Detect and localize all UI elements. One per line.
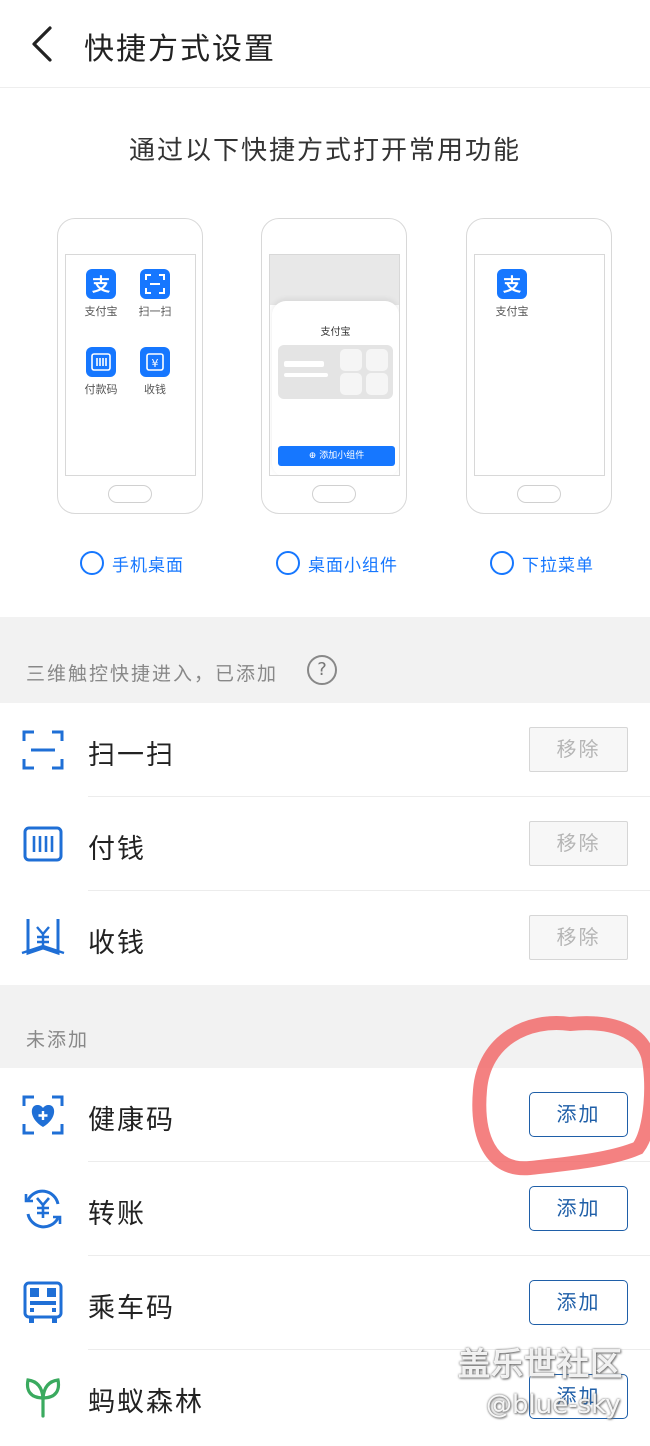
chevron-left-icon [32, 26, 52, 62]
barcode-icon [23, 826, 63, 862]
mini-app-label: 付款码 [84, 383, 118, 396]
option-pulldown[interactable]: 下拉菜单 [490, 549, 594, 577]
item-label: 蚂蚁森林 [88, 1387, 204, 1418]
widget-preview-box [278, 345, 393, 399]
option-label: 下拉菜单 [522, 555, 594, 576]
alipay-icon: 支 [86, 269, 116, 299]
mini-app-label: 支付宝 [84, 305, 118, 318]
bus-code-icon [23, 1281, 63, 1323]
help-icon[interactable]: ? [307, 655, 337, 685]
barcode-icon [86, 347, 116, 377]
watermark-handle: @blue-sky [486, 1390, 621, 1420]
widget-placeholder-tile [340, 373, 362, 395]
phone-screen: 支付宝 ⊕ 添加小组件 [269, 254, 400, 476]
option-desktop[interactable]: 手机桌面 [80, 549, 184, 577]
option-widget[interactable]: 桌面小组件 [276, 549, 398, 577]
back-button[interactable] [22, 20, 66, 68]
home-button-shape [517, 485, 561, 503]
item-label: 付钱 [88, 834, 146, 865]
item-label: 转账 [88, 1199, 146, 1230]
radio-circle[interactable] [276, 551, 300, 575]
mini-app-scan: 扫一扫 [131, 269, 179, 319]
header-bar: 快捷方式设置 [0, 0, 650, 88]
section-title: 未添加 [26, 1029, 90, 1051]
item-label: 收钱 [88, 928, 146, 959]
watermark-title: 盖乐世社区 [458, 1345, 624, 1383]
mini-app-label: 支付宝 [495, 305, 529, 318]
phone-screen: 支 支付宝 [474, 254, 605, 476]
add-button[interactable]: 添加 [529, 1092, 628, 1137]
widget-placeholder-tile [340, 349, 362, 371]
alipay-icon: 支 [497, 269, 527, 299]
add-button[interactable]: 添加 [529, 1280, 628, 1325]
yuan-icon: ¥ [140, 347, 170, 377]
intro-text: 通过以下快捷方式打开常用功能 [128, 136, 521, 166]
item-label: 扫一扫 [88, 740, 175, 771]
widget-title: 支付宝 [320, 327, 351, 338]
scan-icon [140, 269, 170, 299]
add-button[interactable]: 添加 [529, 1186, 628, 1231]
widget-placeholder-bar [284, 373, 328, 377]
widget-placeholder-tile [366, 349, 388, 371]
yuan-receive-icon [21, 919, 65, 956]
list-item-receive: 收钱 移除 [0, 891, 650, 985]
widget-add-label: 添加小组件 [319, 451, 365, 461]
remove-button[interactable]: 移除 [529, 821, 628, 866]
radio-circle[interactable] [490, 551, 514, 575]
list-item-transfer: 转账 添加 [0, 1162, 650, 1256]
option-label: 桌面小组件 [308, 555, 398, 576]
mini-app-alipay: 支 支付宝 [77, 269, 125, 319]
widget-backdrop [270, 255, 399, 305]
plus-circle-icon: ⊕ [308, 451, 320, 461]
widget-placeholder-tile [366, 373, 388, 395]
list-item-health-code: 健康码 添加 [0, 1068, 650, 1162]
section-title: 三维触控快捷进入，已添加 [26, 663, 279, 685]
radio-circle[interactable] [80, 551, 104, 575]
list-item-pay: 付钱 移除 [0, 797, 650, 891]
list-item-scan: 扫一扫 移除 [0, 703, 650, 797]
not-added-section-header: 未添加 [0, 985, 650, 1068]
widget-card: 支付宝 ⊕ 添加小组件 [272, 301, 399, 475]
svg-text:支: 支 [502, 274, 522, 296]
remove-button[interactable]: 移除 [529, 727, 628, 772]
list-item-bus-code: 乘车码 添加 [0, 1256, 650, 1350]
mini-app-alipay: 支 支付宝 [488, 269, 536, 319]
svg-text:支: 支 [91, 274, 111, 296]
scan-icon [22, 730, 64, 770]
ant-forest-icon [25, 1378, 61, 1418]
remove-button[interactable]: 移除 [529, 915, 628, 960]
item-label: 健康码 [88, 1105, 175, 1136]
mini-app-label: 扫一扫 [138, 305, 172, 318]
phone-screen: 支 支付宝 扫一扫 付款码 ¥ 收钱 [65, 254, 196, 476]
option-label: 手机桌面 [112, 555, 184, 576]
preview-desktop-phone: 支 支付宝 扫一扫 付款码 ¥ 收钱 [57, 218, 203, 514]
health-code-icon [22, 1095, 64, 1135]
mini-app-receive: ¥ 收钱 [131, 347, 179, 397]
page-title: 快捷方式设置 [84, 32, 276, 67]
mini-app-paycode: 付款码 [77, 347, 125, 397]
home-button-shape [108, 485, 152, 503]
widget-placeholder-bar [284, 361, 324, 367]
mini-app-label: 收钱 [144, 383, 166, 396]
widget-add-button: ⊕ 添加小组件 [278, 446, 395, 466]
added-section-header: 三维触控快捷进入，已添加 ? [0, 617, 650, 703]
preview-pulldown-phone: 支 支付宝 [466, 218, 612, 514]
svg-text:¥: ¥ [152, 357, 159, 370]
home-button-shape [312, 485, 356, 503]
transfer-icon [24, 1189, 62, 1229]
preview-widget-phone: 支付宝 ⊕ 添加小组件 [261, 218, 407, 514]
item-label: 乘车码 [88, 1293, 175, 1324]
